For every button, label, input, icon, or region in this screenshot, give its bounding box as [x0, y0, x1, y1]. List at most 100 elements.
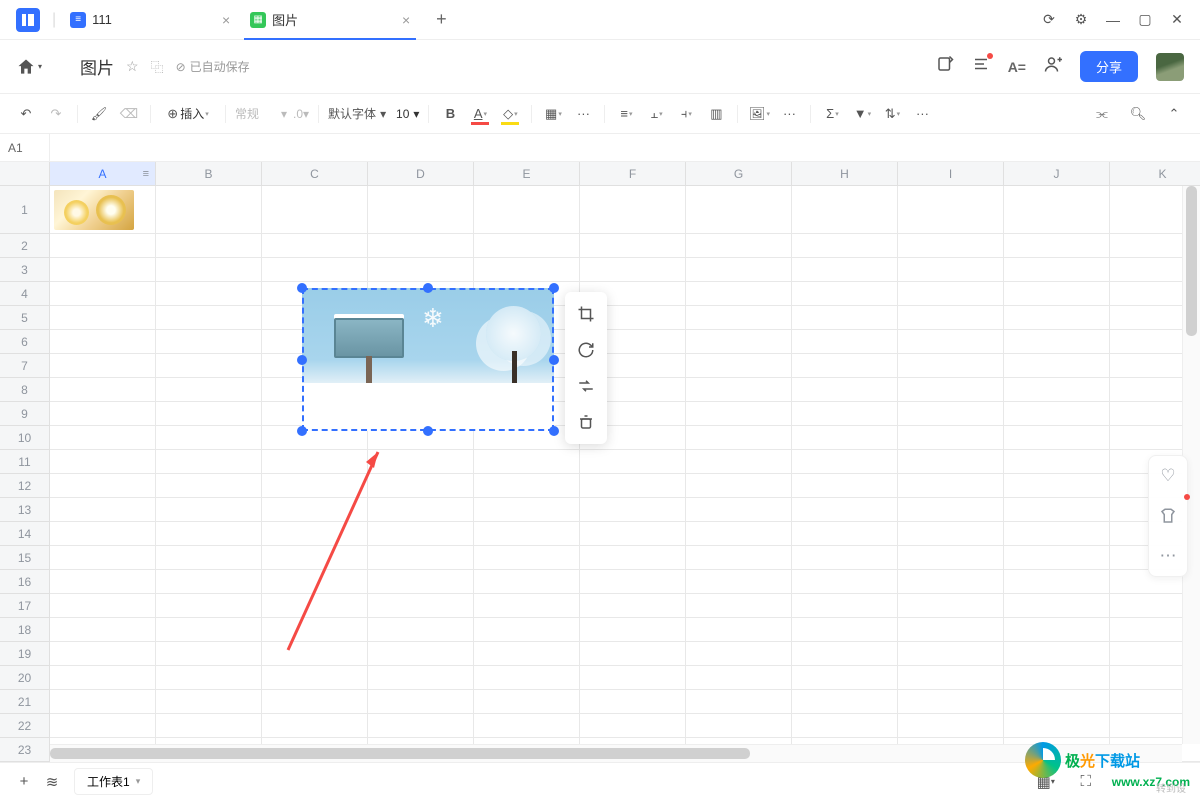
row-header-22[interactable]: 22 — [0, 714, 50, 738]
cell[interactable] — [262, 690, 368, 714]
column-header-K[interactable]: K — [1110, 162, 1200, 186]
tab-doc-111[interactable]: ≡ 111 × — [60, 0, 240, 40]
cell[interactable] — [262, 570, 368, 594]
resize-handle-ml[interactable] — [297, 355, 307, 365]
cell[interactable] — [156, 186, 262, 234]
cell[interactable] — [262, 666, 368, 690]
cell[interactable] — [262, 474, 368, 498]
chain-button[interactable]: ⫘ — [1088, 100, 1116, 128]
cell[interactable] — [898, 330, 1004, 354]
row-header-15[interactable]: 15 — [0, 546, 50, 570]
settings-icon[interactable]: ⚙ — [1066, 5, 1096, 35]
horizontal-scrollbar[interactable] — [50, 744, 1182, 762]
cell[interactable] — [686, 402, 792, 426]
cell[interactable] — [474, 474, 580, 498]
cell[interactable] — [1004, 618, 1110, 642]
star-icon[interactable]: ☆ — [126, 58, 139, 75]
doc-title[interactable]: 图片 — [80, 54, 114, 79]
cell[interactable] — [686, 498, 792, 522]
cell[interactable] — [580, 450, 686, 474]
row-header-5[interactable]: 5 — [0, 306, 50, 330]
cell[interactable] — [792, 258, 898, 282]
cell[interactable] — [1004, 498, 1110, 522]
resize-handle-bl[interactable] — [297, 426, 307, 436]
cell[interactable] — [156, 450, 262, 474]
cell[interactable] — [1004, 522, 1110, 546]
cell[interactable] — [474, 690, 580, 714]
cell[interactable] — [50, 594, 156, 618]
cell[interactable] — [50, 666, 156, 690]
cell[interactable] — [156, 282, 262, 306]
cell[interactable] — [792, 450, 898, 474]
cell[interactable] — [686, 354, 792, 378]
crop-icon[interactable] — [565, 296, 607, 332]
maximize-button[interactable]: ▢ — [1130, 5, 1160, 35]
cell[interactable] — [1004, 570, 1110, 594]
cell[interactable] — [1004, 594, 1110, 618]
cell[interactable] — [156, 594, 262, 618]
cell[interactable] — [686, 378, 792, 402]
resize-handle-bm[interactable] — [423, 426, 433, 436]
selected-image[interactable]: ❄ — [302, 288, 554, 431]
cell[interactable] — [898, 498, 1004, 522]
row-header-3[interactable]: 3 — [0, 258, 50, 282]
cell[interactable] — [262, 258, 368, 282]
cell[interactable] — [792, 402, 898, 426]
cell[interactable] — [792, 330, 898, 354]
cell[interactable] — [792, 594, 898, 618]
cell[interactable] — [50, 426, 156, 450]
cell[interactable] — [580, 186, 686, 234]
more-icon[interactable]: ⋯ — [1149, 536, 1187, 576]
cell[interactable] — [474, 234, 580, 258]
bold-button[interactable]: B — [436, 100, 464, 128]
cell[interactable] — [50, 522, 156, 546]
more-insert-button[interactable]: ··· — [775, 100, 803, 128]
cell[interactable] — [792, 714, 898, 738]
cell[interactable] — [792, 666, 898, 690]
cell[interactable] — [686, 450, 792, 474]
cell-reference[interactable]: A1 — [0, 134, 50, 161]
cell[interactable] — [156, 666, 262, 690]
number-format-select[interactable]: 常规▾ — [233, 105, 289, 122]
cell[interactable] — [474, 714, 580, 738]
align-v-button[interactable]: ⫠▾ — [642, 100, 670, 128]
cell[interactable] — [898, 546, 1004, 570]
cell[interactable] — [50, 546, 156, 570]
cell[interactable] — [50, 234, 156, 258]
collapse-button[interactable]: ⌃ — [1160, 100, 1188, 128]
fullscreen-icon[interactable]: ⛶ — [1072, 768, 1100, 796]
add-tab-button[interactable]: + — [428, 5, 455, 34]
outline-icon[interactable] — [972, 55, 990, 78]
cell[interactable] — [898, 426, 1004, 450]
cell[interactable] — [686, 186, 792, 234]
cell[interactable] — [580, 690, 686, 714]
cell[interactable] — [580, 594, 686, 618]
resize-handle-mr[interactable] — [549, 355, 559, 365]
row-header-8[interactable]: 8 — [0, 378, 50, 402]
cell[interactable] — [898, 378, 1004, 402]
cell[interactable] — [898, 714, 1004, 738]
cell[interactable] — [898, 306, 1004, 330]
resize-handle-br[interactable] — [549, 426, 559, 436]
cell[interactable] — [580, 258, 686, 282]
add-user-icon[interactable] — [1044, 55, 1062, 78]
cell[interactable] — [368, 498, 474, 522]
search-icon[interactable]: 🔍︎ — [1124, 100, 1152, 128]
cell[interactable] — [792, 378, 898, 402]
cell[interactable] — [792, 618, 898, 642]
cell[interactable] — [686, 330, 792, 354]
cell[interactable] — [156, 402, 262, 426]
cell[interactable] — [50, 570, 156, 594]
avatar[interactable] — [1156, 53, 1184, 81]
select-all-corner[interactable] — [0, 162, 50, 186]
insert-button[interactable]: ⊕插入▾ — [158, 100, 218, 128]
cell[interactable] — [686, 690, 792, 714]
cell[interactable] — [50, 354, 156, 378]
cell[interactable] — [50, 450, 156, 474]
cell[interactable] — [792, 186, 898, 234]
column-header-J[interactable]: J — [1004, 162, 1110, 186]
close-button[interactable]: ✕ — [1162, 5, 1192, 35]
cell[interactable] — [1004, 642, 1110, 666]
cell[interactable] — [1004, 402, 1110, 426]
cell[interactable] — [262, 186, 368, 234]
